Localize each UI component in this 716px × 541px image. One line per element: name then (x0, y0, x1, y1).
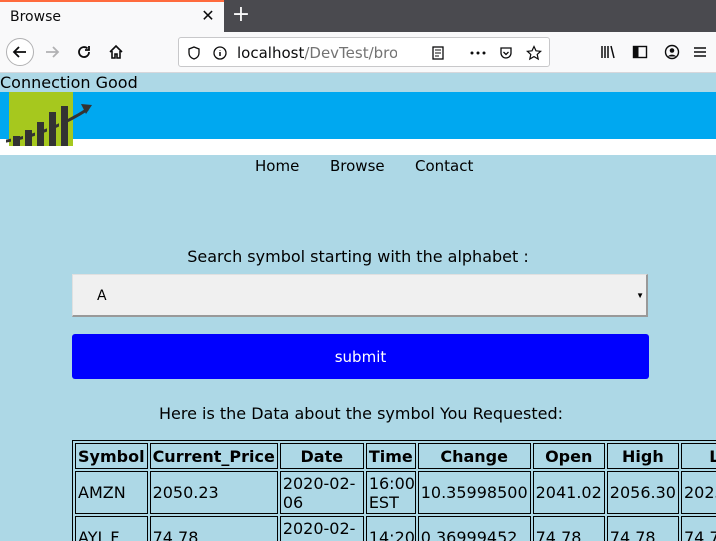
connection-status: Connection Good (0, 73, 138, 92)
column-header: High (606, 443, 679, 469)
site-logo (6, 92, 92, 146)
reload-icon (78, 46, 90, 58)
header-strip (0, 139, 716, 155)
submit-label: submit (334, 348, 387, 366)
table-cell: 2025.0000 (680, 471, 716, 514)
table-cell: 74.7800 (680, 516, 716, 541)
tab-title: Browse (10, 9, 61, 25)
table-cell: AYI_F (75, 516, 148, 541)
table-cell: 74.78 (532, 516, 605, 541)
table-row: AMZN 2050.23 2020-02-06 16:00 EST 10.359… (75, 471, 716, 514)
shield-icon[interactable] (185, 44, 203, 62)
url-host: localhost (237, 44, 305, 62)
table-cell: 2056.30 (606, 471, 679, 514)
table-cell: 0.36999452 (417, 516, 531, 541)
account-button[interactable] (658, 38, 686, 66)
pocket-icon[interactable] (497, 44, 515, 62)
table-cell: 2050.23 (149, 471, 278, 514)
url-text: localhost/DevTest/brow (237, 44, 397, 62)
dropdown-arrow-icon: ▼ (636, 291, 644, 300)
column-header: Time (365, 443, 416, 469)
column-header: Open (532, 443, 605, 469)
data-heading: Here is the Data about the symbol You Re… (158, 404, 564, 423)
results-table: Symbol Current_Price Date Time Change Op… (72, 440, 716, 541)
url-path: /DevTest/brow (304, 44, 397, 62)
home-button[interactable] (102, 38, 130, 66)
more-actions-icon[interactable] (469, 44, 487, 62)
browser-tab[interactable]: Browse ✕ (0, 0, 224, 32)
table-cell: 2020-02-06 (279, 471, 364, 514)
table-cell: 2041.02 (532, 471, 605, 514)
column-header: Low (680, 443, 716, 469)
table-cell: 16:00 EST (365, 471, 416, 514)
account-icon (664, 44, 680, 60)
column-header: Change (417, 443, 531, 469)
column-header: Symbol (75, 443, 148, 469)
table-cell: 2020-02-07 (279, 516, 364, 541)
column-header: Current_Price (149, 443, 278, 469)
nav-contact-link[interactable]: Contact (415, 157, 473, 175)
menu-button[interactable] (692, 38, 716, 66)
forward-arrow-icon (46, 46, 60, 58)
browser-tab-bar: Browse ✕ + (0, 0, 716, 32)
table-row: AYI_F 74.78 2020-02-07 14:20 0.36999452 … (75, 516, 716, 541)
back-arrow-icon (12, 46, 26, 58)
select-value: A (97, 288, 107, 304)
reload-button[interactable] (70, 38, 98, 66)
bookmark-star-icon[interactable] (525, 44, 543, 62)
table-cell: 74.78 (149, 516, 278, 541)
nav-browse-link[interactable]: Browse (330, 157, 385, 175)
reader-view-icon[interactable] (429, 44, 447, 62)
browser-toolbar: localhost/DevTest/brow (0, 32, 716, 73)
home-icon (109, 44, 123, 59)
submit-button[interactable]: submit (72, 334, 649, 379)
library-icon (601, 45, 615, 59)
new-tab-icon[interactable]: + (230, 4, 252, 26)
nav-home-link[interactable]: Home (255, 157, 299, 175)
table-cell: AMZN (75, 471, 148, 514)
info-icon[interactable] (211, 44, 229, 62)
search-label: Search symbol starting with the alphabet… (187, 247, 529, 266)
close-tab-icon[interactable]: ✕ (200, 8, 216, 24)
forward-button[interactable] (38, 38, 66, 66)
back-button[interactable] (6, 38, 34, 66)
hamburger-menu-icon (694, 47, 706, 57)
table-header-row: Symbol Current_Price Date Time Change Op… (75, 443, 716, 469)
sidebar-icon (632, 45, 648, 59)
header-banner (0, 92, 716, 139)
alphabet-select[interactable]: A ▼ (72, 274, 648, 317)
table-cell: 14:20 (365, 516, 416, 541)
table-cell: 10.35998500 (417, 471, 531, 514)
results-table-container: Symbol Current_Price Date Time Change Op… (72, 440, 716, 541)
library-button[interactable] (594, 38, 622, 66)
sidebar-button[interactable] (626, 38, 654, 66)
column-header: Date (279, 443, 364, 469)
url-bar[interactable]: localhost/DevTest/brow (178, 37, 550, 67)
table-cell: 74.78 (606, 516, 679, 541)
